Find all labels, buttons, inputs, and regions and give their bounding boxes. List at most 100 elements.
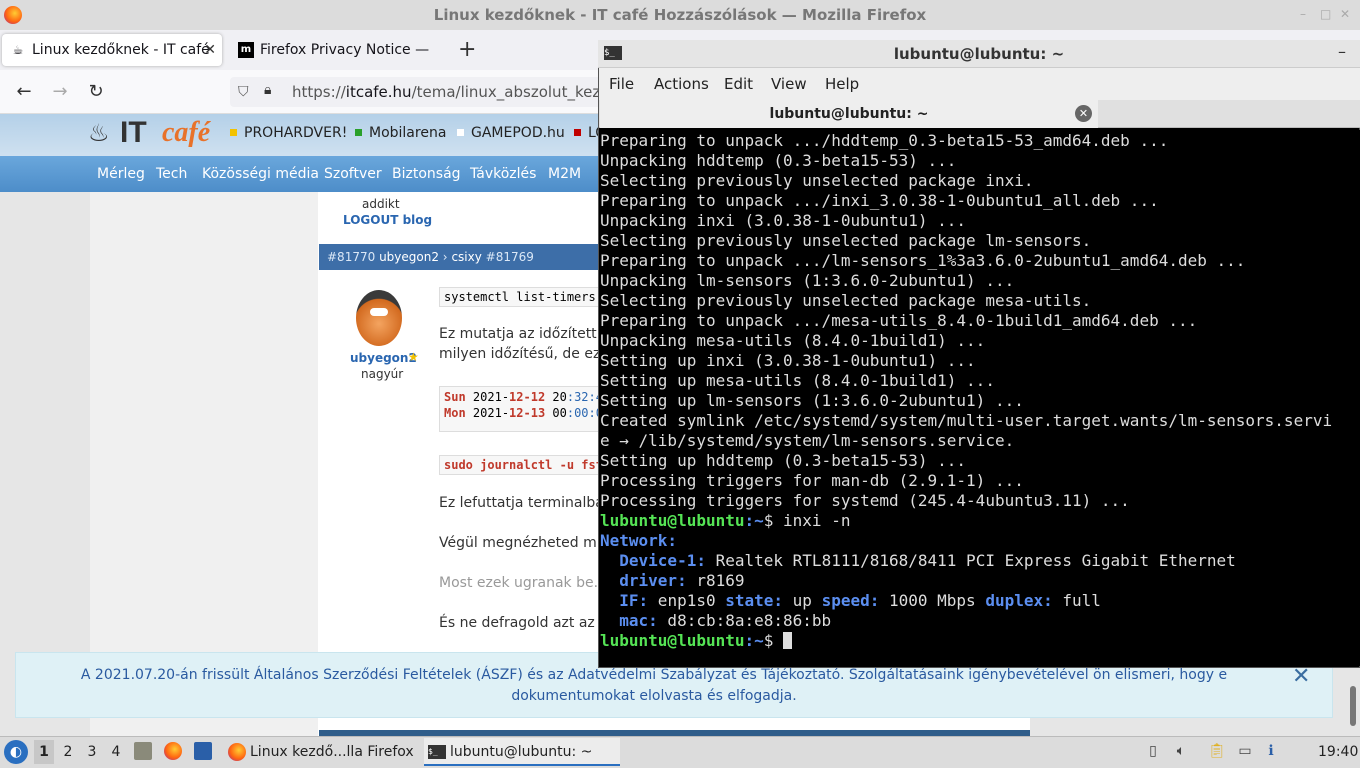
terminal-cursor — [783, 632, 793, 649]
logo-it[interactable]: IT — [120, 114, 147, 152]
coffee-cup-logo-icon[interactable]: ♨ — [88, 118, 118, 148]
nav-biztonsag[interactable]: Biztonság — [392, 156, 461, 192]
tracking-shield-icon[interactable]: ⛉ — [238, 84, 254, 100]
workspace-1[interactable]: 1 — [34, 740, 54, 764]
firefox-titlebar: Linux kezdőknek - IT café Hozzászólások … — [0, 0, 1360, 30]
terminal-icon: $_ — [604, 46, 622, 60]
prompt-path: :~ — [744, 631, 764, 650]
header-link-prohardver[interactable]: PROHARDVER! — [230, 124, 347, 142]
reply-to-user[interactable]: csixy — [451, 250, 481, 264]
forward-icon[interactable]: → — [48, 80, 72, 104]
itcafe-favicon-icon: ☕ — [12, 43, 24, 57]
output-key: driver: — [619, 571, 687, 590]
nav-tavkozles[interactable]: Távközlés — [470, 156, 536, 192]
minimize-icon[interactable]: – — [1300, 8, 1312, 20]
menu-actions[interactable]: Actions — [654, 68, 709, 100]
back-icon[interactable]: ← — [12, 80, 36, 104]
terminal-line: Unpacking mesa-utils (8.4.0-1build1) ... — [600, 331, 986, 350]
menu-help[interactable]: Help — [825, 68, 859, 100]
output-key: state: — [725, 591, 784, 610]
prompt-symbol: $ — [763, 511, 784, 530]
code-token: 20 — [545, 390, 567, 404]
output-key: mac: — [619, 611, 658, 630]
nav-tech[interactable]: Tech — [156, 156, 187, 192]
tab-close-icon[interactable]: ✕ — [204, 34, 216, 66]
terminal-prompt-line: lubuntu@lubuntu:~$ — [600, 631, 1360, 651]
terminal-line: Setting up mesa-utils (8.4.0-1build1) ..… — [600, 371, 995, 390]
post-author[interactable]: ubyegon2 — [379, 250, 439, 264]
menu-edit[interactable]: Edit — [724, 68, 753, 100]
header-link-mobilarena[interactable]: Mobilarena — [355, 124, 446, 142]
workspace-4[interactable]: 4 — [106, 740, 126, 764]
url-bar[interactable]: https://itcafe.hu/tema/linux_abszolut_ke… — [230, 77, 610, 107]
tab-itcafe[interactable]: ☕ Linux kezdőknek - IT café ✕ — [2, 34, 222, 66]
command-text: inxi -n — [783, 511, 851, 530]
code-token: 00 — [545, 406, 567, 420]
notification-icon[interactable]: ℹ — [1262, 742, 1280, 760]
workspace-2[interactable]: 2 — [58, 740, 78, 764]
reply-id[interactable]: #81769 — [486, 250, 534, 264]
firefox-launcher-icon[interactable] — [164, 742, 182, 760]
tab-label: Firefox Privacy Notice — — [260, 42, 430, 58]
post-text: Ez mutatja az időzített se — [439, 326, 618, 342]
output-value: Realtek RTL8111/8168/8411 PCI Express Gi… — [705, 551, 1236, 570]
header-link-gamepod[interactable]: GAMEPOD.hu — [457, 124, 565, 142]
terminal-line: Processing triggers for man-db (2.9.1-1)… — [600, 471, 1024, 490]
show-desktop-icon[interactable] — [194, 742, 212, 760]
usb-icon[interactable]: ▯ — [1144, 742, 1162, 760]
output-value: enp1s0 — [648, 591, 726, 610]
output-value: full — [1052, 591, 1101, 610]
tab-firefox-privacy[interactable]: m Firefox Privacy Notice — — [230, 34, 442, 66]
reload-icon[interactable]: ↻ — [84, 80, 108, 104]
prompt-user: lubuntu@lubuntu — [600, 631, 745, 650]
code-inline: systemctl list-timers — [439, 287, 599, 307]
code-token: 12-13 — [509, 406, 546, 420]
logo-cafe[interactable]: café — [162, 114, 210, 152]
code-token: :00:0 — [566, 406, 598, 420]
terminal-line: mac: d8:cb:8a:e8:86:bb — [600, 611, 1360, 631]
minimize-icon[interactable]: – — [1338, 42, 1346, 61]
code-block: Sun 2021-12-12 20:32:4 Mon 2021-12-13 00… — [439, 386, 599, 432]
code-token: Sun — [444, 390, 466, 404]
prev-user-blog-link[interactable]: LOGOUT blog — [343, 213, 432, 227]
nav-szoftver[interactable]: Szoftver — [324, 156, 382, 192]
maximize-icon[interactable]: □ — [1320, 8, 1332, 20]
nav-merleg[interactable]: Mérleg — [97, 156, 145, 192]
clipboard-icon[interactable]: 📋︎ — [1208, 742, 1226, 760]
terminal-tab[interactable]: lubuntu@lubuntu: ~ — [600, 100, 1098, 128]
new-tab-icon[interactable]: + — [458, 36, 482, 64]
output-key: Device-1: — [619, 551, 706, 570]
terminal-output[interactable]: Preparing to unpack .../hddtemp_0.3-beta… — [600, 130, 1360, 666]
url-path: /tema/linux_abszolut_kezdo — [411, 83, 610, 101]
code-token: 12-12 — [509, 390, 546, 404]
scrollbar-thumb[interactable] — [1350, 686, 1356, 726]
star-icon: ★ — [408, 350, 419, 364]
username[interactable]: ubyegon2 — [350, 351, 417, 365]
file-manager-icon[interactable] — [134, 742, 152, 760]
close-icon[interactable]: ✕ — [1340, 8, 1352, 20]
terminal-line: Preparing to unpack .../inxi_3.0.38-1-0u… — [600, 191, 1159, 210]
output-value: d8:cb:8a:e8:86:bb — [657, 611, 832, 630]
lubuntu-menu-icon[interactable]: ◐ — [4, 740, 28, 764]
close-icon[interactable]: ✕ — [1075, 105, 1092, 122]
task-terminal[interactable]: $_ lubuntu@lubuntu: ~ — [424, 738, 620, 766]
terminal-line: Setting up hddtemp (0.3-beta15-53) ... — [600, 451, 967, 470]
output-value: r8169 — [686, 571, 745, 590]
post-id[interactable]: #81770 — [327, 250, 375, 264]
volume-icon[interactable]: 🔈︎ — [1172, 742, 1190, 760]
menu-file[interactable]: File — [609, 68, 634, 100]
prompt-symbol: $ — [763, 631, 784, 650]
task-firefox[interactable]: Linux kezdő...lla Firefox — [226, 738, 418, 766]
lock-icon[interactable]: 🔒︎ — [264, 82, 280, 100]
mozilla-favicon-icon: m — [238, 42, 254, 58]
nav-kozossegi-media[interactable]: Közösségi média — [202, 156, 319, 192]
clock[interactable]: 19:40 — [1318, 736, 1358, 768]
terminal-line: Preparing to unpack .../lm-sensors_1%3a3… — [600, 251, 1246, 270]
menu-view[interactable]: View — [771, 68, 807, 100]
workspace-3[interactable]: 3 — [82, 740, 102, 764]
avatar[interactable] — [356, 290, 402, 346]
url-host: itcafe.hu — [345, 83, 412, 101]
terminal-line: Created symlink /etc/systemd/system/mult… — [600, 411, 1333, 430]
display-icon[interactable]: ▭ — [1236, 742, 1254, 760]
nav-m2m[interactable]: M2M — [548, 156, 581, 192]
